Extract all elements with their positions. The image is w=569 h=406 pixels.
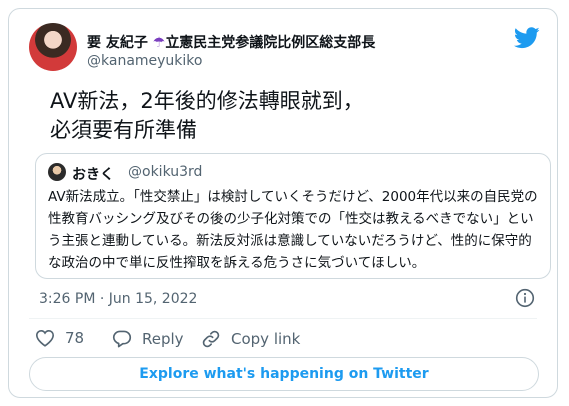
umbrella-icon: ☂ [152, 35, 166, 51]
author-handle[interactable]: @kanameyukiko [87, 53, 202, 69]
author-title: 立憲民主党参議院比例区総支部長 [165, 35, 376, 51]
link-icon [202, 330, 220, 348]
copy-link-label: Copy link [231, 330, 301, 348]
reply-button[interactable]: Reply [112, 329, 184, 348]
like-button[interactable]: 78 [35, 329, 84, 347]
quoted-author-avatar[interactable] [48, 163, 66, 181]
copy-link-button[interactable]: Copy link [201, 329, 300, 349]
divider [29, 318, 537, 319]
reply-label: Reply [142, 329, 184, 348]
explore-twitter-button[interactable]: Explore what's happening on Twitter [29, 357, 539, 391]
tweet-timestamp[interactable]: 3:26 PM · Jun 15, 2022 [39, 291, 197, 307]
heart-icon [35, 329, 55, 347]
quoted-tweet[interactable]: おきく @okiku3rd AV新法成立。「性交禁止」は検討していくそうだけど、… [35, 153, 551, 279]
quoted-author-handle[interactable]: @okiku3rd [128, 164, 202, 180]
quoted-author-name[interactable]: おきく [72, 164, 114, 184]
tweet-card: 要 友紀子 ☂立憲民主党参議院比例区総支部長 @kanameyukiko AV新… [8, 8, 558, 398]
twitter-bird-icon[interactable] [514, 27, 540, 49]
author-name[interactable]: 要 友紀子 [87, 35, 148, 51]
like-count: 78 [65, 329, 85, 347]
author-avatar[interactable] [29, 23, 77, 71]
info-icon[interactable] [515, 288, 535, 308]
tweet-text: AV新法，2年後的修法轉眼就到， 必須要有所準備 [50, 89, 364, 142]
reply-bubble-icon [112, 330, 132, 348]
quoted-tweet-text: AV新法成立。「性交禁止」は検討していくそうだけど、2000年代以来の自民党の性… [48, 189, 538, 271]
author-name-line[interactable]: 要 友紀子 ☂立憲民主党参議院比例区総支部長 [87, 32, 375, 52]
